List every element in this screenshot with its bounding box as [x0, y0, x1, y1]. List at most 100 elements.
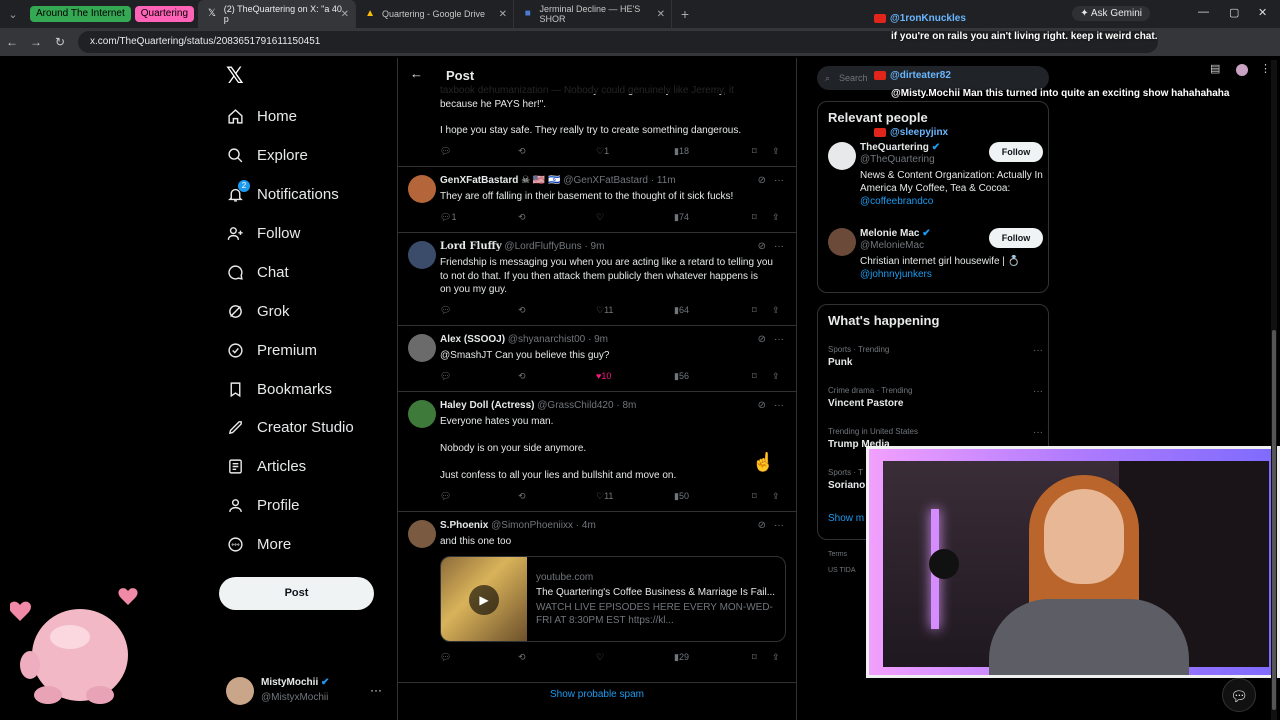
reply-icon[interactable]: 💬︎: [440, 305, 451, 316]
close-tab-icon[interactable]: ✕: [657, 9, 665, 20]
views-count[interactable]: ▮ 50: [674, 491, 689, 502]
close-tab-icon[interactable]: ✕: [341, 9, 349, 20]
nav-premium[interactable]: Premium: [226, 341, 317, 359]
maximize-icon[interactable]: ▢: [1229, 6, 1239, 19]
views-count[interactable]: ▮ 29: [674, 652, 689, 663]
ask-gemini-button[interactable]: ✦ Ask Gemini: [1072, 6, 1150, 21]
bookmark-icon[interactable]: ⌑: [752, 305, 757, 316]
share-icon[interactable]: ⇪: [772, 652, 780, 663]
minimize-icon[interactable]: —: [1198, 6, 1209, 18]
nav-bookmarks[interactable]: Bookmarks: [226, 380, 332, 398]
more-icon[interactable]: ···: [774, 400, 784, 411]
share-icon[interactable]: ⇪: [772, 212, 780, 223]
show-probable-spam-link[interactable]: Show probable spam: [398, 682, 796, 700]
more-icon[interactable]: ···: [774, 175, 784, 186]
like-button[interactable]: ♡: [596, 212, 604, 223]
reply-icon[interactable]: 💬︎: [440, 371, 451, 382]
list-item[interactable]: Alex (SSOOJ) @shyanarchist00 · 9m ⊘ ··· @…: [398, 325, 796, 391]
forward-icon[interactable]: →: [24, 35, 48, 49]
nav-follow[interactable]: Follow: [226, 224, 300, 242]
tab-search-icon[interactable]: ⌄: [0, 8, 26, 21]
browser-tab-x-post[interactable]: 𝕏 (2) TheQuartering on X: "a 40 p ✕: [198, 0, 357, 28]
more-icon[interactable]: ···: [370, 683, 382, 697]
bookmark-icon[interactable]: ⌑: [752, 491, 757, 502]
back-arrow-icon[interactable]: ←: [410, 66, 423, 81]
grok-icon[interactable]: ⊘: [758, 334, 766, 345]
views-count[interactable]: ▮ 56: [674, 371, 689, 382]
grok-icon[interactable]: ⊘: [758, 400, 766, 411]
grok-icon[interactable]: ⊘: [758, 241, 766, 252]
bookmark-icon[interactable]: ⌑: [752, 212, 757, 223]
more-icon[interactable]: ···: [1033, 427, 1043, 438]
repost-icon[interactable]: ⟲: [518, 371, 526, 382]
account-switcher[interactable]: MistyMochii ✔ @MistyxMochii ···: [226, 675, 386, 707]
person-item[interactable]: Melonie Mac ✔ @MelonieMac Follow Christi…: [828, 228, 1043, 288]
reply-icon[interactable]: 💬︎: [440, 146, 451, 157]
bookmark-icon[interactable]: ⌑: [752, 371, 757, 382]
repost-icon[interactable]: ⟲: [518, 212, 526, 223]
nav-notifications[interactable]: 2 Notifications: [226, 180, 339, 203]
link-preview-card[interactable]: ▶ youtube.com The Quartering's Coffee Bu…: [440, 556, 786, 642]
list-item[interactable]: Haley Doll (Actress) @GrassChild420 · 8m…: [398, 391, 796, 511]
nav-articles[interactable]: Articles: [226, 457, 306, 475]
like-button[interactable]: ♡ 11: [596, 305, 613, 316]
reload-icon[interactable]: ↻: [48, 35, 72, 49]
more-icon[interactable]: ···: [774, 334, 784, 345]
repost-icon[interactable]: ⟲: [518, 305, 526, 316]
footer-link[interactable]: Terms: [828, 551, 847, 558]
more-icon[interactable]: ···: [774, 241, 784, 252]
reply-icon[interactable]: 💬︎: [440, 652, 451, 663]
bookmark-icon[interactable]: ⌑: [752, 652, 757, 663]
avatar[interactable]: [828, 142, 856, 170]
more-icon[interactable]: ···: [1033, 345, 1043, 356]
like-button[interactable]: ♡: [596, 652, 604, 663]
trend-item[interactable]: Crime drama · Trending Vincent Pastore ··…: [828, 386, 1043, 409]
avatar[interactable]: [408, 241, 436, 269]
browser-menu-icon[interactable]: ⋮: [1260, 62, 1271, 75]
back-icon[interactable]: ←: [0, 35, 24, 49]
follow-button[interactable]: Follow: [989, 142, 1043, 162]
share-icon[interactable]: ⇪: [772, 305, 780, 316]
repost-icon[interactable]: ⟲: [518, 146, 526, 157]
avatar[interactable]: [828, 228, 856, 256]
views-count[interactable]: ▮ 18: [674, 146, 689, 157]
chat-bubble-icon[interactable]: 💬︎: [1222, 678, 1256, 712]
follow-button[interactable]: Follow: [989, 228, 1043, 248]
profile-avatar-icon[interactable]: [1236, 64, 1248, 76]
more-icon[interactable]: ···: [1033, 386, 1043, 397]
list-item[interactable]: S.Phoenix @SimonPhoeniixx · 4m ⊘ ··· and …: [398, 511, 796, 671]
list-item[interactable]: GenXFatBastard ☠ 🇺🇸 🇮🇱 @GenXFatBastard ·…: [398, 166, 796, 232]
views-count[interactable]: ▮ 64: [674, 305, 689, 316]
nav-more[interactable]: More: [226, 535, 291, 553]
tab-group-quartering[interactable]: Quartering: [134, 6, 195, 22]
person-item[interactable]: TheQuartering ✔ @TheQuartering Follow Ne…: [828, 142, 1043, 212]
nav-creator-studio[interactable]: Creator Studio: [226, 418, 354, 436]
close-tab-icon[interactable]: ✕: [499, 9, 507, 20]
scrollbar[interactable]: [1271, 60, 1277, 720]
nav-profile[interactable]: Profile: [226, 496, 300, 514]
new-tab-icon[interactable]: +: [672, 6, 698, 22]
tab-group-around-internet[interactable]: Around The Internet: [30, 6, 131, 22]
share-icon[interactable]: ⇪: [772, 146, 780, 157]
more-icon[interactable]: ···: [774, 520, 784, 531]
reply-icon[interactable]: 💬︎ 1: [440, 212, 456, 223]
repost-icon[interactable]: ⟲: [518, 491, 526, 502]
x-logo-icon[interactable]: 𝕏: [226, 64, 244, 89]
avatar[interactable]: [408, 520, 436, 548]
trend-item[interactable]: Sports · Trending Punk ···: [828, 345, 1043, 368]
bookmark-icon[interactable]: ⌑: [752, 146, 757, 157]
extensions-icon[interactable]: ▤: [1210, 62, 1220, 75]
repost-icon[interactable]: ⟲: [518, 652, 526, 663]
share-icon[interactable]: ⇪: [772, 491, 780, 502]
browser-tab-jerminal[interactable]: ■ Jerminal Decline — HE'S SHOR ✕: [514, 0, 673, 28]
like-button[interactable]: ♥ 10: [596, 371, 611, 381]
list-item[interactable]: Lord Fluffy @LordFluffyBuns · 9m ⊘ ··· Fr…: [398, 232, 796, 325]
like-button[interactable]: ♡ 11: [596, 491, 613, 502]
nav-home[interactable]: Home: [226, 107, 297, 125]
footer-link[interactable]: US TIDA: [828, 567, 856, 574]
grok-icon[interactable]: ⊘: [758, 175, 766, 186]
post-button[interactable]: Post: [219, 577, 374, 610]
reply-icon[interactable]: 💬︎: [440, 491, 451, 502]
browser-tab-google-drive[interactable]: ▲ Quartering - Google Drive ✕: [356, 0, 515, 28]
avatar[interactable]: [408, 175, 436, 203]
